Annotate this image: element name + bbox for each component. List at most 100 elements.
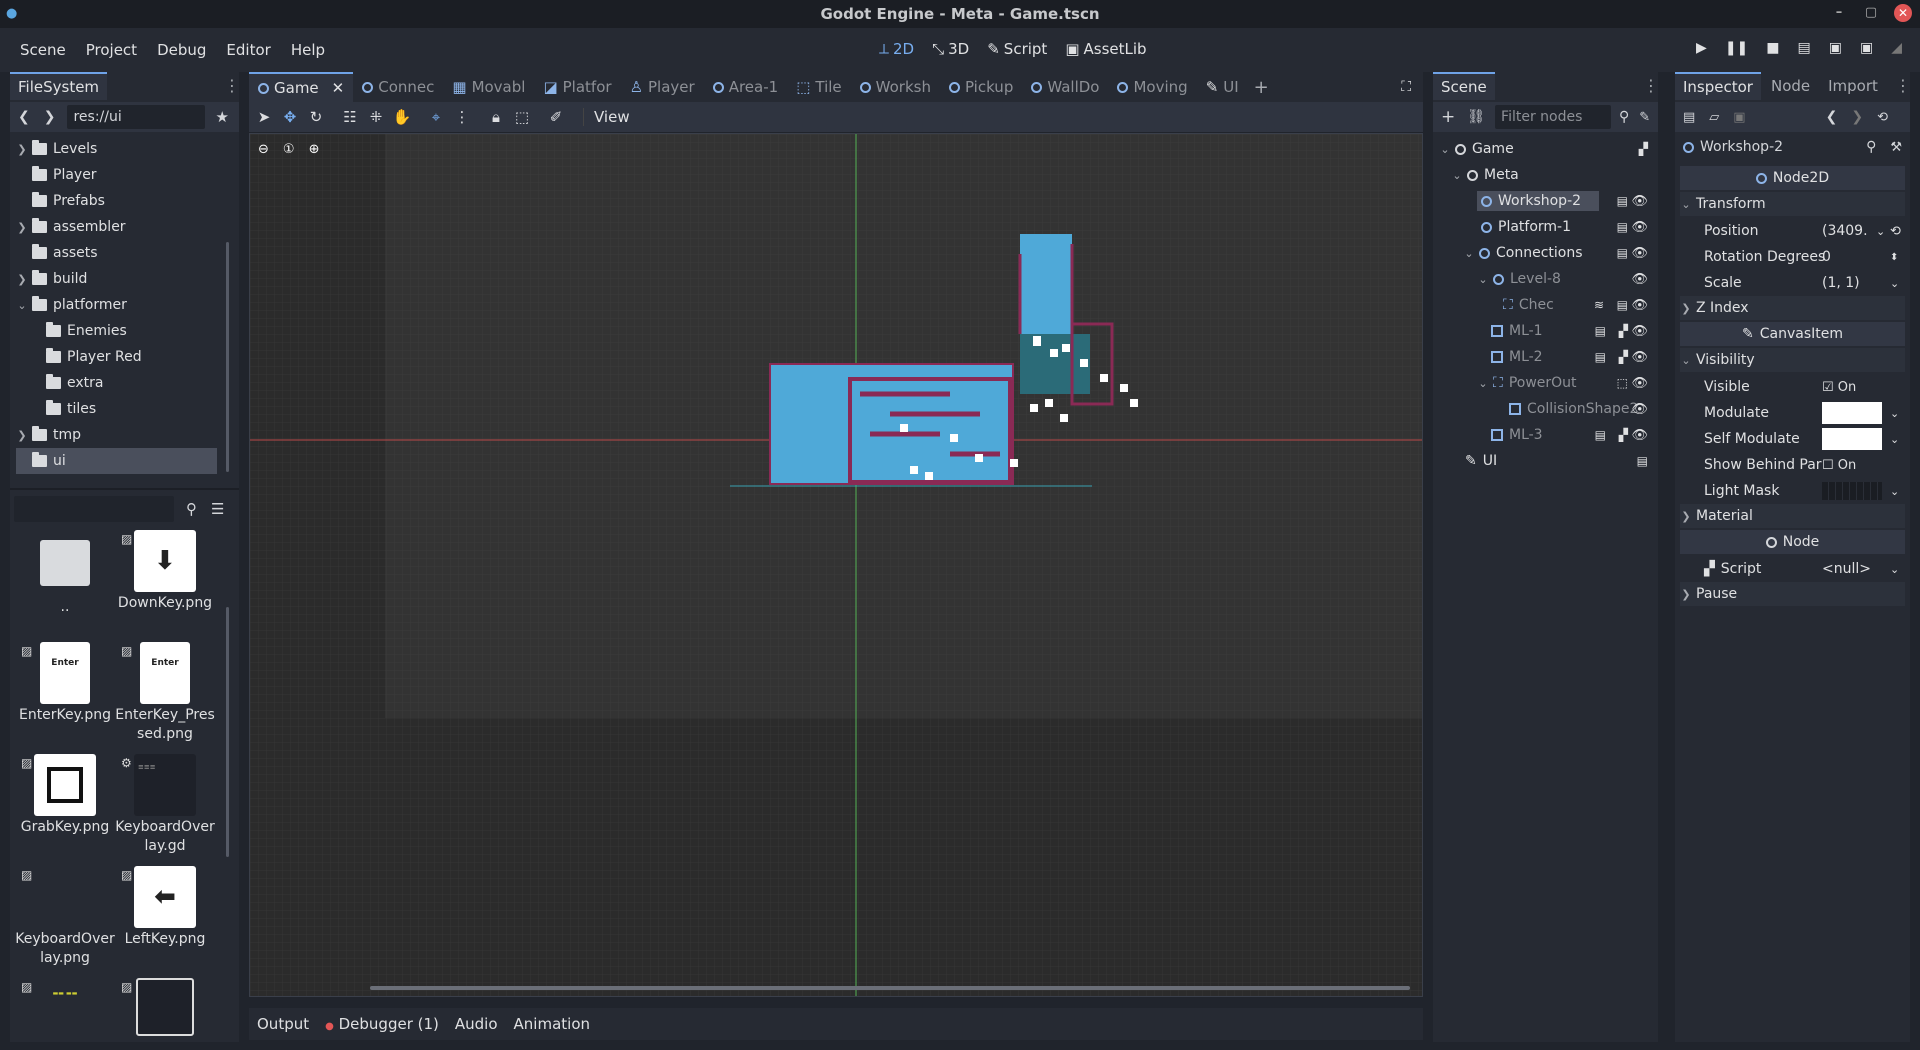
list-view-icon[interactable]: ☰ <box>211 500 224 518</box>
expand-icon[interactable]: ⌄ <box>1876 225 1885 238</box>
tab-game[interactable]: Game ✕ <box>249 72 354 102</box>
menu-editor[interactable]: Editor <box>216 41 280 59</box>
group-icon[interactable]: ⬚ <box>1617 376 1628 390</box>
node-meta[interactable]: ⌄ Meta <box>1451 162 1658 188</box>
tree-item-enemies[interactable]: Enemies <box>30 318 127 344</box>
file-item-partial-2[interactable]: ▨ <box>115 978 215 1036</box>
forward-icon[interactable]: ❯ <box>44 109 56 125</box>
more-options-icon[interactable]: ⋮ <box>224 76 240 95</box>
node-ml-3[interactable]: ML-3 ▤ ▞ 👁︎ <box>1491 422 1658 448</box>
file-item-keyboardoverlay-gd[interactable]: ⚙ ≡≡≡ KeyboardOverlay.gd <box>115 754 215 856</box>
file-item-enterkey[interactable]: ▨ Enter EnterKey.png <box>15 642 115 725</box>
group-z-index[interactable]: ❯ Z Index <box>1680 296 1905 320</box>
favorite-icon[interactable]: ★ <box>215 108 228 126</box>
remote-debug-icon[interactable]: ▤ <box>1798 40 1811 56</box>
chevron-down-icon[interactable]: ⌄ <box>1477 377 1489 390</box>
zoom-reset-icon[interactable]: ① <box>283 142 295 157</box>
group-transform[interactable]: ⌄ Transform <box>1680 192 1905 216</box>
chevron-down-icon[interactable]: ⌄ <box>1451 169 1463 182</box>
script-icon[interactable]: ▞ <box>1619 428 1628 442</box>
signal-icon[interactable]: ≋ <box>1594 298 1604 312</box>
search-icon[interactable]: ⚲ <box>186 500 197 518</box>
visibility-eye-icon[interactable]: 👁︎ <box>1631 194 1648 209</box>
visibility-eye-icon[interactable]: 👁︎ <box>1631 220 1648 235</box>
tab-connec[interactable]: Connec <box>353 72 443 102</box>
canvas-viewport[interactable]: ⊖ ① ⊕ <box>249 133 1423 997</box>
tab-walldo[interactable]: WallDo <box>1022 72 1108 102</box>
file-grid-scrollbar[interactable] <box>226 607 229 857</box>
tab-output[interactable]: Output <box>257 1015 309 1033</box>
node-workshop-2[interactable]: Workshop-2 ▤ 👁︎ <box>1477 188 1658 214</box>
more-options-icon[interactable]: ⋮ <box>1643 76 1659 95</box>
add-node-icon[interactable]: + <box>1441 107 1455 127</box>
workspace-assetlib[interactable]: ▣ AssetLib <box>1056 40 1155 58</box>
create-resource-icon[interactable]: ▤ <box>1683 110 1695 125</box>
tree-scrollbar[interactable] <box>226 242 229 472</box>
modulate-color-swatch[interactable] <box>1822 402 1882 424</box>
tree-item-assets[interactable]: assets <box>16 240 98 266</box>
tab-movabl[interactable]: ▦ Movabl <box>443 72 534 102</box>
move-tool-icon[interactable]: ✥ <box>279 108 301 126</box>
open-scene-icon[interactable]: ▤ <box>1617 220 1628 234</box>
node-collisionshape2[interactable]: CollisionShape2 👁︎ <box>1509 396 1658 422</box>
expand-icon[interactable]: ⌄ <box>1890 277 1899 290</box>
open-scene-icon[interactable]: ▤ <box>1617 298 1628 312</box>
workspace-3d[interactable]: ⤡ 3D <box>923 40 978 58</box>
history-icon[interactable]: ⟲ <box>1877 110 1888 125</box>
expand-icon[interactable]: ⌄ <box>1890 563 1899 576</box>
position-value[interactable]: (3409. <box>1822 223 1868 239</box>
menu-scene[interactable]: Scene <box>10 41 76 59</box>
visibility-eye-icon[interactable]: 👁︎ <box>1631 350 1648 365</box>
node-game[interactable]: ⌄ Game ▞ <box>1439 136 1658 162</box>
open-scene-icon[interactable]: ▤ <box>1617 194 1628 208</box>
node-platform-1[interactable]: Platform-1 ▤ 👁︎ <box>1477 214 1658 240</box>
file-item-keyboardoverlay-png[interactable]: ▨ KeyboardOverlay.png <box>15 866 115 968</box>
tree-item-tiles[interactable]: tiles <box>30 396 96 422</box>
play-icon[interactable]: ▶ <box>1696 40 1707 56</box>
group-icon[interactable]: ⬚ <box>511 108 533 126</box>
menu-help[interactable]: Help <box>281 41 335 59</box>
open-scene-icon[interactable]: ▤ <box>1595 428 1606 442</box>
instance-scene-icon[interactable]: ⛓ <box>1467 109 1485 125</box>
chevron-down-icon[interactable]: ⌄ <box>1477 273 1489 286</box>
rotation-value[interactable]: 0 <box>1822 249 1831 265</box>
add-tab-icon[interactable]: + <box>1254 77 1269 98</box>
filter-nodes-input[interactable]: Filter nodes <box>1495 105 1612 129</box>
lock-icon[interactable]: 🔒︎ <box>485 108 507 126</box>
visibility-eye-icon[interactable]: 👁︎ <box>1631 428 1648 443</box>
chevron-right-icon[interactable]: ❯ <box>16 429 28 442</box>
play-scene-icon[interactable]: ▣ <box>1829 40 1842 56</box>
workspace-script[interactable]: ✎ Script <box>978 40 1056 58</box>
expand-icon[interactable]: ⌄ <box>1890 407 1899 420</box>
visibility-eye-icon[interactable]: 👁︎ <box>1631 376 1648 391</box>
chevron-down-icon[interactable]: ⌄ <box>16 299 28 312</box>
revert-icon[interactable]: ⟲ <box>1890 224 1901 239</box>
visibility-eye-icon[interactable]: 👁︎ <box>1631 272 1648 287</box>
tree-item-ui[interactable]: ui <box>16 448 217 474</box>
pan-tool-icon[interactable]: ✋ <box>391 108 413 126</box>
skeleton-icon[interactable]: ✐ <box>545 108 567 126</box>
tab-platfor[interactable]: ◪ Platfor <box>534 72 620 102</box>
script-value[interactable]: <null> <box>1822 561 1871 577</box>
visibility-eye-icon[interactable]: 👁︎ <box>1631 402 1648 417</box>
view-menu[interactable]: View <box>583 108 630 126</box>
rotate-tool-icon[interactable]: ↻ <box>305 108 327 126</box>
tab-debugger[interactable]: ● Debugger (1) <box>325 1015 439 1033</box>
expand-icon[interactable]: ⌄ <box>1890 485 1899 498</box>
tab-ui[interactable]: ✎ UI <box>1197 72 1248 102</box>
tree-item-assembler[interactable]: ❯ assembler <box>16 214 126 240</box>
chevron-right-icon[interactable]: ❯ <box>16 273 28 286</box>
chevron-down-icon[interactable]: ⌄ <box>1463 247 1475 260</box>
tab-filesystem[interactable]: FileSystem <box>10 72 108 100</box>
object-settings-icon[interactable]: ⚒ <box>1890 140 1902 155</box>
spinner-icon[interactable]: ⬍ <box>1890 252 1898 263</box>
open-scene-icon[interactable]: ▤ <box>1617 246 1628 260</box>
close-button[interactable]: ✕ <box>1894 4 1912 22</box>
script-icon[interactable]: ▞ <box>1639 142 1648 156</box>
workspace-2d[interactable]: ⟂ 2D <box>870 40 923 58</box>
tab-moving[interactable]: Moving <box>1108 72 1196 102</box>
visible-checkbox[interactable]: ☑ On <box>1822 380 1856 395</box>
node-powerout[interactable]: ⌄ ⛶ PowerOut ⬚ 👁︎ <box>1477 370 1658 396</box>
search-icon[interactable]: ⚲ <box>1619 109 1629 125</box>
tab-pickup[interactable]: Pickup <box>940 72 1022 102</box>
